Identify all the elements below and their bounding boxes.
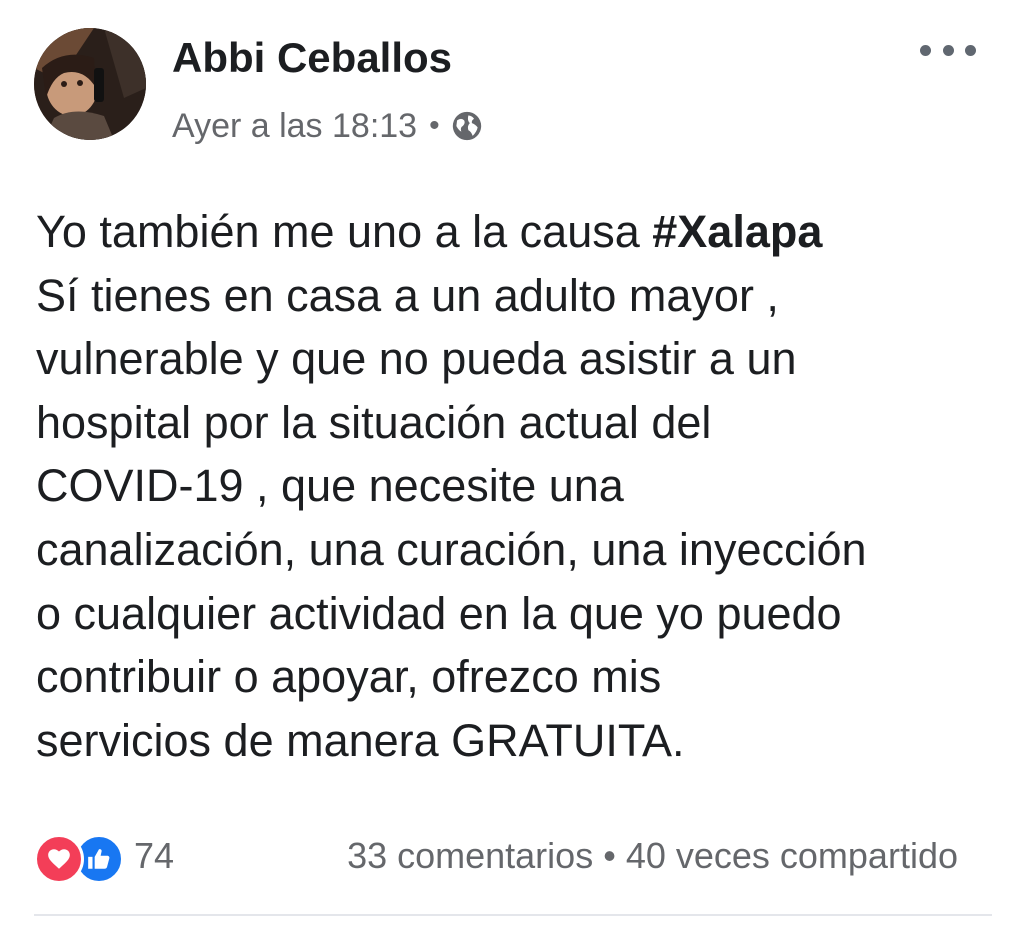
avatar-photo bbox=[34, 28, 146, 140]
comments-count[interactable]: 33 comentarios bbox=[347, 835, 593, 877]
hashtag-link[interactable]: #Xalapa bbox=[652, 206, 822, 257]
message-line: hospital por la situación actual del bbox=[36, 396, 712, 448]
more-dot bbox=[920, 44, 931, 56]
post-message: Yo también me uno a la causa #Xalapa Sí … bbox=[36, 200, 1006, 772]
heart-icon bbox=[48, 849, 70, 869]
facebook-post: Abbi Ceballos Ayer a las 18:13 • Yo tamb… bbox=[0, 0, 1024, 927]
thumbs-up-icon bbox=[88, 849, 110, 869]
meta-separator: • bbox=[429, 109, 440, 142]
author-name[interactable]: Abbi Ceballos bbox=[172, 34, 452, 82]
message-line: Sí tienes en casa a un adulto mayor , bbox=[36, 269, 779, 321]
message-line: canalización, una curación, una inyecció… bbox=[36, 523, 867, 575]
message-line: vulnerable y que no pueda asistir a un bbox=[36, 333, 797, 385]
more-options-icon[interactable] bbox=[920, 34, 976, 66]
message-line: COVID-19 , que necesite una bbox=[36, 460, 624, 512]
divider bbox=[34, 914, 992, 916]
love-reaction-icon[interactable] bbox=[34, 834, 84, 884]
more-dot bbox=[965, 44, 976, 56]
reactions-bar: 74 33 comentarios • 40 veces compartido bbox=[34, 830, 994, 884]
engagement-stats: 33 comentarios • 40 veces compartido bbox=[347, 830, 958, 882]
message-text: Yo también me uno a la causa bbox=[36, 206, 653, 257]
message-line: contribuir o apoyar, ofrezco mis bbox=[36, 651, 662, 703]
avatar[interactable] bbox=[34, 28, 146, 140]
message-line: Yo también me uno a la causa #Xalapa bbox=[36, 200, 1006, 264]
message-line: o cualquier actividad en la que yo puedo bbox=[36, 587, 842, 639]
engagement-separator: • bbox=[603, 835, 616, 876]
shares-count[interactable]: 40 veces compartido bbox=[626, 835, 958, 877]
message-line: servicios de manera GRATUITA. bbox=[36, 714, 685, 766]
reaction-count[interactable]: 74 bbox=[134, 835, 174, 877]
globe-icon[interactable] bbox=[450, 109, 484, 143]
post-meta: Ayer a las 18:13 • bbox=[172, 104, 484, 148]
more-dot bbox=[942, 44, 954, 56]
post-timestamp[interactable]: Ayer a las 18:13 bbox=[172, 107, 417, 146]
reaction-icons[interactable] bbox=[34, 831, 130, 884]
